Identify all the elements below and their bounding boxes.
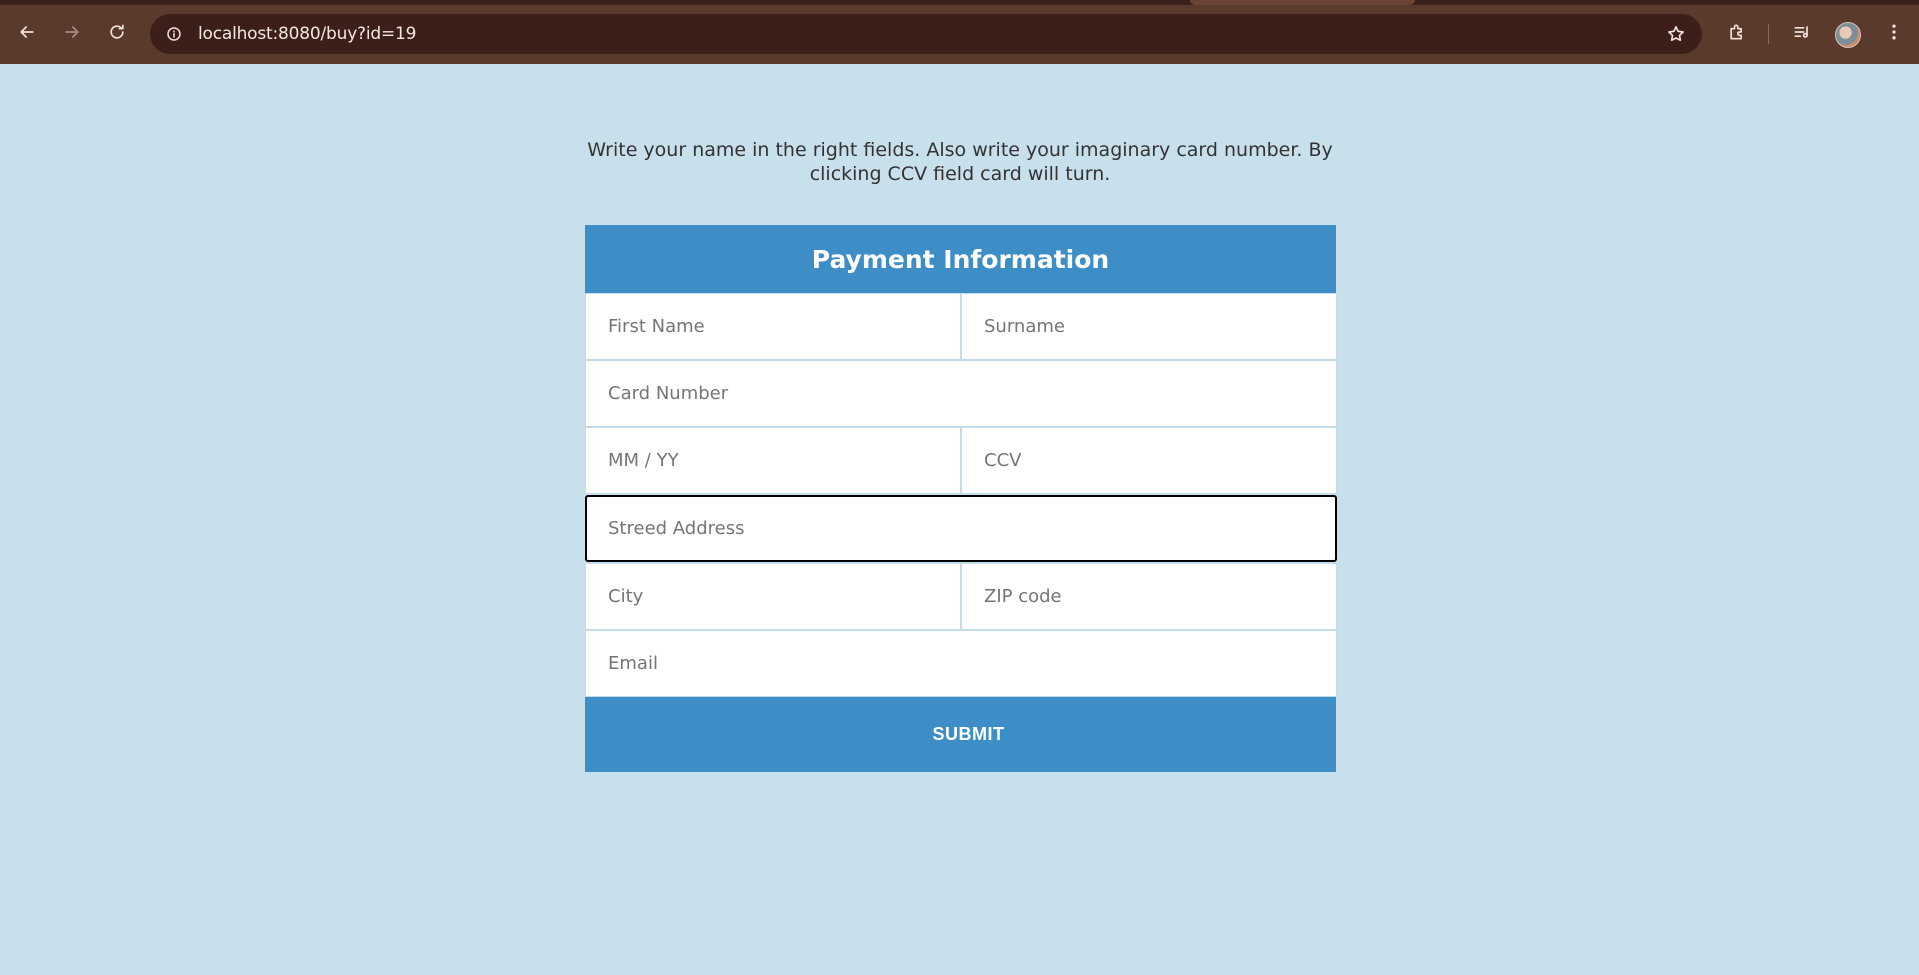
payment-form: Payment Information First Name Surname C… [585,225,1337,772]
intro-text: Write your name in the right fields. Als… [587,139,1333,185]
forward-arrow-icon [62,22,82,47]
reload-icon [107,22,127,47]
media-controls-icon [1792,22,1812,47]
card-row: Card Number [585,360,1337,427]
back-button[interactable] [9,16,45,52]
street-row: Streed Address [585,494,1337,563]
more-menu-button[interactable] [1876,16,1912,52]
address-bar[interactable]: localhost:8080/buy?id=19 [150,14,1702,54]
more-vert-icon [1884,22,1904,47]
first-name-field[interactable]: First Name [585,293,961,360]
surname-field[interactable]: Surname [961,293,1337,360]
toolbar-separator [1768,24,1769,44]
forward-button[interactable] [54,16,90,52]
city-zip-row: City ZIP code [585,563,1337,630]
back-arrow-icon [17,22,37,47]
form-title: Payment Information [585,225,1336,293]
email-row: Email [585,630,1337,697]
extensions-button[interactable] [1719,16,1755,52]
reload-button[interactable] [99,16,135,52]
email-field[interactable]: Email [585,630,1337,697]
url-text[interactable]: localhost:8080/buy?id=19 [198,24,416,44]
ccv-field[interactable]: CCV [961,427,1337,494]
expiry-ccv-row: MM / YY CCV [585,427,1337,494]
tab-strip [0,0,1919,5]
name-row: First Name Surname [585,293,1337,360]
browser-toolbar: localhost:8080/buy?id=19 [0,0,1919,64]
city-field[interactable]: City [585,563,961,630]
zip-code-field[interactable]: ZIP code [961,563,1337,630]
card-number-field[interactable]: Card Number [585,360,1337,427]
site-info-icon[interactable] [162,22,186,46]
expiry-field[interactable]: MM / YY [585,427,961,494]
avatar[interactable] [1835,22,1861,48]
media-controls-button[interactable] [1784,16,1820,52]
browser-tab[interactable] [1190,0,1415,5]
bookmark-star-icon[interactable] [1664,22,1688,46]
street-address-field[interactable]: Streed Address [585,495,1337,562]
submit-button[interactable]: SUBMIT [585,697,1336,772]
extensions-icon [1727,22,1747,47]
